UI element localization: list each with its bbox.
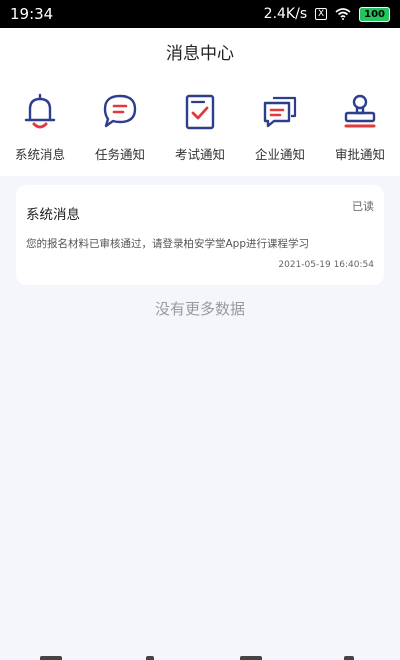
status-time: 19:34 bbox=[10, 5, 54, 23]
sim-icon: X bbox=[315, 8, 328, 20]
category-task-notices[interactable]: 任务通知 bbox=[80, 92, 160, 163]
nav-icon-peek bbox=[344, 656, 354, 660]
battery-indicator: 100 bbox=[359, 6, 390, 22]
header: 消息中心 系统消息 任务通知 考试通知 企业通知 审批通知 bbox=[0, 28, 400, 176]
chat-bubble-icon bbox=[103, 94, 137, 128]
chat-bubbles-icon bbox=[263, 96, 297, 128]
bell-icon bbox=[24, 93, 56, 129]
category-label: 企业通知 bbox=[254, 147, 305, 162]
nav-icon-peek bbox=[146, 656, 154, 660]
read-status-badge: 已读 bbox=[352, 200, 374, 213]
wifi-icon bbox=[335, 8, 351, 20]
category-system-messages[interactable]: 系统消息 bbox=[0, 92, 80, 163]
no-more-data-note: 没有更多数据 bbox=[154, 300, 245, 318]
category-company-notices[interactable]: 企业通知 bbox=[240, 92, 320, 163]
status-indicators: 2.4K/s X 100 bbox=[264, 6, 390, 22]
bottom-nav-peek bbox=[0, 652, 400, 660]
category-label: 审批通知 bbox=[334, 147, 385, 162]
message-timestamp: 2021-05-19 16:40:54 bbox=[278, 260, 374, 270]
message-title: 系统消息 bbox=[26, 207, 80, 223]
category-approval-notices[interactable]: 审批通知 bbox=[320, 92, 400, 163]
message-body: 您的报名材料已审核通过，请登录柏安学堂App进行课程学习 bbox=[26, 238, 310, 250]
category-exam-notices[interactable]: 考试通知 bbox=[160, 92, 240, 163]
category-label: 考试通知 bbox=[174, 147, 225, 162]
network-speed: 2.4K/s bbox=[263, 6, 308, 22]
exam-checklist-icon bbox=[185, 94, 215, 130]
approval-stamp-icon bbox=[344, 94, 376, 128]
status-bar: 19:34 2.4K/s X 100 bbox=[0, 0, 400, 28]
category-label: 系统消息 bbox=[14, 147, 65, 162]
category-label: 任务通知 bbox=[94, 147, 145, 162]
nav-icon-peek bbox=[40, 656, 62, 660]
message-card[interactable]: 系统消息 已读 您的报名材料已审核通过，请登录柏安学堂App进行课程学习 202… bbox=[16, 185, 384, 285]
nav-icon-peek bbox=[240, 656, 262, 660]
category-row: 系统消息 任务通知 考试通知 企业通知 审批通知 bbox=[0, 92, 400, 164]
page-title: 消息中心 bbox=[166, 44, 234, 64]
